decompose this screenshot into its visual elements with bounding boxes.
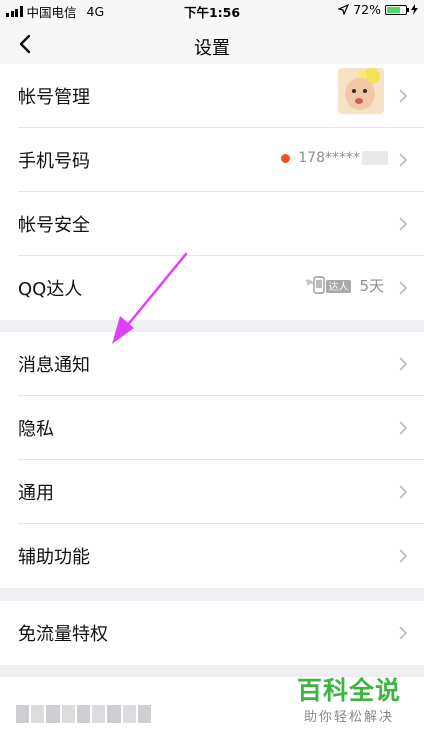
annotation-arrow-icon [112,252,188,344]
watermark-subtitle: 助你轻松解决 [303,710,394,725]
watermark: 百科全说 助你轻松解决 [290,676,408,725]
watermark-title: 百科全说 [296,676,401,705]
